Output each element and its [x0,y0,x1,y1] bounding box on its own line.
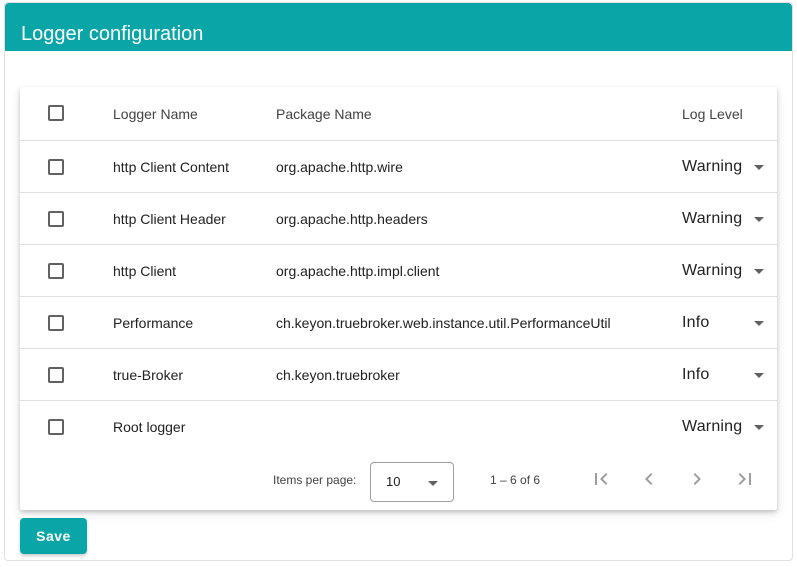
package-name: org.apache.http.headers [276,211,428,227]
table-row: Performance ch.keyon.truebroker.web.inst… [20,297,777,349]
log-level-value: Warning [682,158,743,175]
log-level-select[interactable]: Warning [682,245,764,297]
dropdown-arrow-icon [754,373,764,378]
table-row: Root logger Warning [20,401,777,453]
log-level-select[interactable]: Warning [682,193,764,245]
row-checkbox[interactable] [48,159,64,175]
select-all-checkbox[interactable] [48,105,64,121]
package-name: org.apache.http.impl.client [276,263,440,279]
row-checkbox[interactable] [48,263,64,279]
last-page-icon [738,473,751,485]
page-title: Logger configuration [21,23,204,45]
save-button[interactable]: Save [20,518,87,554]
logger-name: Performance [113,315,194,331]
dropdown-arrow-icon [754,217,764,222]
chevron-left-icon [645,473,653,485]
chevron-right-icon [693,473,701,485]
row-checkbox[interactable] [48,367,64,383]
logger-name: true-Broker [113,367,184,383]
row-checkbox[interactable] [48,315,64,331]
row-checkbox[interactable] [48,211,64,227]
dropdown-arrow-icon [754,425,764,430]
page-range-label: 1 – 6 of 6 [490,473,541,487]
first-page-button[interactable] [589,467,613,491]
dropdown-arrow-icon [754,269,764,274]
items-per-page-value: 10 [386,474,401,489]
previous-page-button[interactable] [637,467,661,491]
logger-name: http Client Header [113,211,226,227]
logger-name: Root logger [113,419,186,435]
log-level-value: Warning [682,210,743,227]
package-name: ch.keyon.truebroker [276,367,400,383]
package-name: ch.keyon.truebroker.web.instance.util.Pe… [276,315,611,331]
column-header-log-level[interactable]: Log Level [682,87,743,141]
table-row: http Client Header org.apache.http.heade… [20,193,777,245]
logger-table: Logger Name Package Name Log Level http … [20,87,777,510]
dropdown-arrow-icon [754,165,764,170]
table-header-row: Logger Name Package Name Log Level [20,87,777,141]
logger-name: http Client [113,263,177,279]
first-page-icon [595,473,608,485]
last-page-button[interactable] [733,467,757,491]
log-level-select[interactable]: Warning [682,141,764,193]
dropdown-arrow-icon [754,321,764,326]
items-per-page-select[interactable]: 10 [370,462,454,502]
next-page-button[interactable] [685,467,709,491]
logger-name: http Client Content [113,159,229,175]
column-header-package-name[interactable]: Package Name [276,87,372,141]
row-checkbox[interactable] [48,419,64,435]
table-row: true-Broker ch.keyon.truebroker Info [20,349,777,401]
log-level-select[interactable]: Info [682,349,764,401]
log-level-select[interactable]: Info [682,297,764,349]
log-level-select[interactable]: Warning [682,401,764,453]
column-header-logger-name[interactable]: Logger Name [113,87,198,141]
card-header: Logger configuration [5,3,792,51]
log-level-value: Warning [682,418,743,435]
dropdown-arrow-icon [428,481,438,486]
table-row: http Client org.apache.http.impl.client … [20,245,777,297]
log-level-value: Info [682,314,710,331]
paginator: Items per page: 10 1 – 6 of 6 [20,451,777,510]
items-per-page-label: Items per page: [273,473,357,487]
log-level-value: Warning [682,262,743,279]
table-row: http Client Content org.apache.http.wire… [20,141,777,193]
log-level-value: Info [682,366,710,383]
package-name: org.apache.http.wire [276,159,403,175]
